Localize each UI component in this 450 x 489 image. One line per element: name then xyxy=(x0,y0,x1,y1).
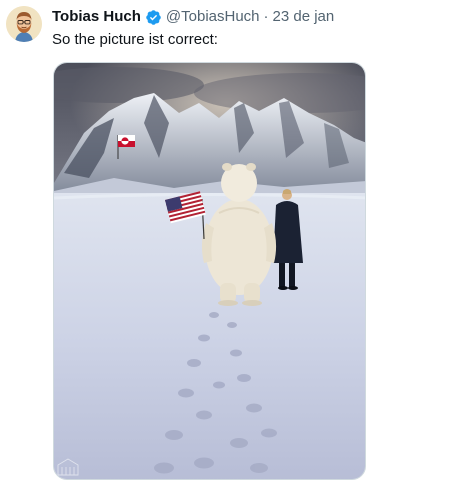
verified-badge-icon[interactable] xyxy=(145,9,162,26)
author-avatar[interactable] xyxy=(6,6,42,42)
header-separator: · xyxy=(263,8,269,25)
tweet-card[interactable]: Tobias Huch @TobiasHuch · 23 de jan So t… xyxy=(0,0,450,489)
bearded-man-avatar-icon xyxy=(6,6,42,42)
author-display-name[interactable]: Tobias Huch xyxy=(52,7,141,27)
author-handle[interactable]: @TobiasHuch xyxy=(166,7,260,27)
polar-bear-photo xyxy=(54,63,365,479)
tweet-text: So the picture ist correct: xyxy=(52,31,218,48)
tweet-media-image[interactable] xyxy=(53,62,366,480)
tweet-header: Tobias Huch @TobiasHuch · 23 de jan xyxy=(52,7,334,27)
tweet-date[interactable]: 23 de jan xyxy=(273,7,335,27)
